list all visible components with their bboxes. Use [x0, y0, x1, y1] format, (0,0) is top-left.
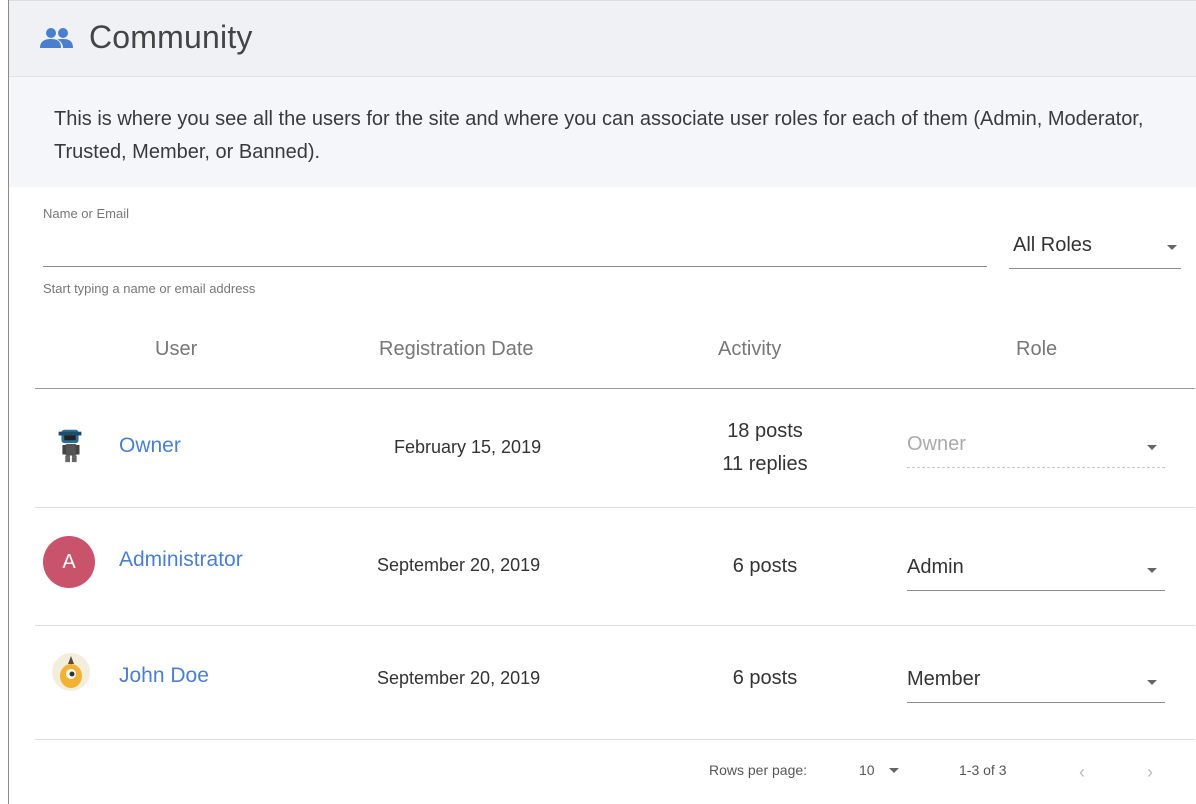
page-title: Community	[89, 19, 253, 55]
rows-per-page-value: 10	[859, 762, 875, 778]
activity-replies: 11 replies	[722, 453, 808, 475]
rows-per-page-select[interactable]: 10	[859, 762, 905, 782]
activity-cell: 18 posts 11 replies	[675, 415, 855, 481]
search-helper-text: Start typing a name or email address	[43, 281, 256, 296]
community-panel: Community This is where you see all the …	[8, 0, 1196, 804]
chevron-down-icon	[889, 768, 899, 773]
user-name-link[interactable]: Administrator	[119, 548, 243, 572]
chevron-down-icon	[1147, 568, 1157, 573]
pagination-range: 1-3 of 3	[959, 762, 1007, 778]
column-header-user[interactable]: User	[155, 338, 197, 361]
row-divider	[35, 739, 1195, 740]
user-name-link[interactable]: John Doe	[119, 664, 209, 688]
chevron-down-icon	[1147, 680, 1157, 685]
column-header-role[interactable]: Role	[1016, 338, 1057, 361]
role-filter-select[interactable]: All Roles	[1009, 226, 1181, 269]
activity-cell: 6 posts	[675, 662, 855, 695]
user-name-link[interactable]: Owner	[119, 434, 181, 458]
role-select-value: Admin	[907, 556, 964, 578]
role-select-value: Owner	[907, 433, 966, 455]
chevron-down-icon	[1167, 245, 1177, 250]
people-icon	[40, 28, 73, 48]
activity-posts: 6 posts	[732, 667, 798, 689]
registration-date: September 20, 2019	[377, 668, 541, 688]
column-header-activity[interactable]: Activity	[718, 338, 781, 361]
robot-avatar-icon	[58, 429, 82, 463]
role-select: Owner	[907, 427, 1165, 468]
role-select-value: Member	[907, 668, 981, 690]
activity-posts: 18 posts	[727, 420, 803, 442]
role-filter-value: All Roles	[1013, 234, 1092, 256]
table-row: John Doe September 20, 2019 6 posts Memb…	[35, 626, 1195, 744]
cyclops-avatar-icon	[52, 653, 90, 691]
activity-cell: 6 posts	[675, 550, 855, 583]
registration-date: September 20, 2019	[377, 555, 541, 575]
rows-per-page-label: Rows per page:	[709, 762, 808, 778]
intro-section: This is where you see all the users for …	[9, 76, 1196, 187]
avatar: A	[43, 536, 95, 588]
chevron-right-icon[interactable]: ›	[1147, 762, 1153, 783]
role-select[interactable]: Admin	[907, 550, 1165, 591]
role-select[interactable]: Member	[907, 662, 1165, 703]
search-input[interactable]	[43, 228, 987, 267]
registration-date: February 15, 2019	[394, 437, 542, 457]
chevron-down-icon	[1147, 445, 1157, 450]
activity-posts: 6 posts	[732, 555, 798, 577]
intro-text: This is where you see all the users for …	[54, 108, 1144, 163]
table-row: Owner February 15, 2019 18 posts 11 repl…	[35, 389, 1195, 507]
search-label: Name or Email	[43, 206, 129, 221]
column-header-registration-date[interactable]: Registration Date	[379, 338, 534, 361]
page-header: Community	[9, 0, 1196, 77]
chevron-left-icon[interactable]: ‹	[1079, 762, 1085, 783]
table-row: A Administrator September 20, 2019 6 pos…	[35, 508, 1195, 626]
